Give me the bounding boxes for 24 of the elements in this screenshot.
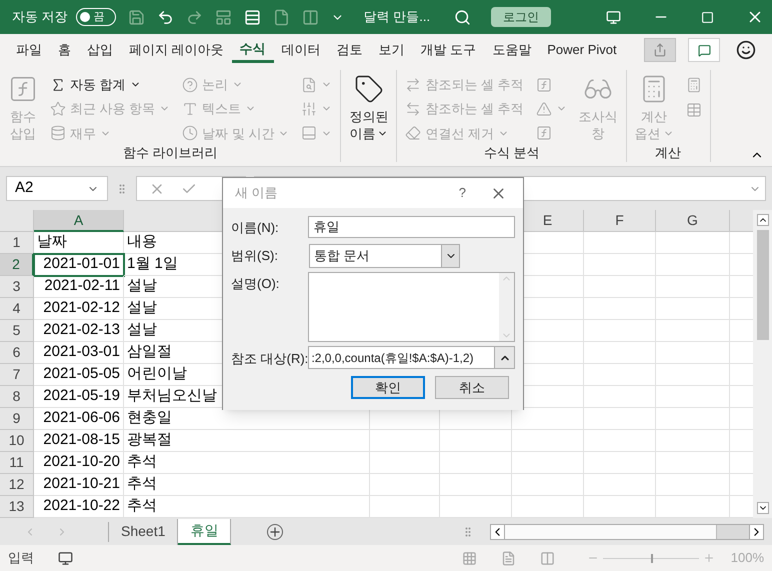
table-cell: 날짜 (34, 232, 124, 254)
status-mode: 입력 (8, 549, 34, 568)
group-label: 수식 분석 (484, 144, 540, 162)
zoom-level: 100% (730, 549, 764, 568)
table-cell: 2021-03-01 (34, 342, 124, 364)
table-cell: 2021-01-01 (34, 254, 124, 276)
table-cell: 2021-10-21 (34, 474, 124, 496)
table-cell: 2021-02-13 (34, 320, 124, 342)
table-cell: 2021-02-11 (34, 276, 124, 298)
group-label: 함수 라이브러리 (122, 144, 218, 162)
table-cell: 추석 (124, 474, 370, 496)
dialog-title: 새 이름 (235, 184, 278, 202)
autosave-label: 자동 저장 (12, 8, 68, 26)
group-label: 계산 (655, 144, 682, 162)
table-cell: 2021-05-05 (34, 364, 124, 386)
document-title: 달력 만들... (364, 8, 430, 26)
table-cell: 2021-10-20 (34, 452, 124, 474)
table-cell: 2021-02-12 (34, 298, 124, 320)
table-cell: 2021-06-06 (34, 408, 124, 430)
field-label: 설명(O): (231, 275, 280, 293)
table-cell: 추석 (124, 452, 370, 474)
table-cell: 광복절 (124, 430, 370, 452)
table-cell: 2021-05-19 (34, 386, 124, 408)
table-cell: 2021-08-15 (34, 430, 124, 452)
